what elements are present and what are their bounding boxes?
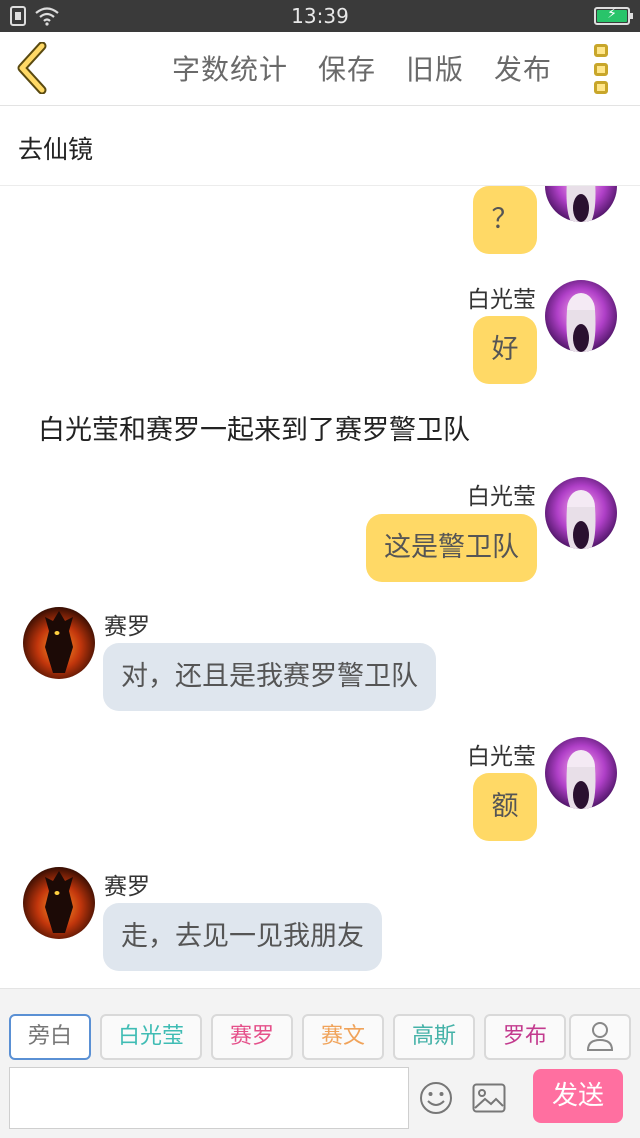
chat-area[interactable]: ？ 白光莹 好 白光莹和赛罗一起来到了赛罗警卫队 白光莹 这是警卫队 赛罗 对，… (0, 186, 640, 988)
save-button[interactable]: 保存 (318, 48, 376, 88)
status-bar: 13:39 ⚡ (0, 0, 640, 32)
sender-name: 赛罗 (104, 874, 150, 900)
send-button[interactable]: 发送 (533, 1069, 623, 1123)
more-dot (594, 81, 608, 94)
role-button-luo-bu[interactable]: 罗布 (484, 1014, 566, 1060)
battery-icon: ⚡ (594, 6, 633, 25)
add-role-button[interactable] (569, 1014, 631, 1060)
old-version-button[interactable]: 旧版 (406, 48, 464, 88)
emoji-icon[interactable] (419, 1081, 453, 1115)
avatar-sai-luo[interactable] (23, 867, 95, 939)
message-bubble[interactable]: 走，去见一见我朋友 (103, 903, 382, 971)
person-icon (586, 1022, 614, 1051)
message-bubble[interactable]: 好 (473, 316, 537, 384)
role-button-narrator[interactable]: 旁白 (9, 1014, 91, 1060)
avatar-bai-guangying[interactable] (545, 280, 617, 352)
message-bubble[interactable]: 对，还且是我赛罗警卫队 (103, 643, 436, 711)
word-count-button[interactable]: 字数统计 (172, 48, 288, 88)
message-bubble[interactable]: 额 (473, 773, 537, 841)
back-button[interactable] (12, 42, 56, 94)
avatar-sai-luo[interactable] (23, 607, 95, 679)
publish-button[interactable]: 发布 (494, 48, 552, 88)
status-time: 13:39 (291, 4, 349, 28)
sender-name: 白光莹 (467, 287, 536, 313)
sender-name: 白光莹 (467, 744, 536, 770)
sender-name: 赛罗 (104, 614, 150, 640)
role-button-sai-wen[interactable]: 赛文 (302, 1014, 384, 1060)
battery-indicator: ⚡ (594, 6, 633, 25)
image-icon[interactable] (472, 1083, 506, 1113)
role-selector-bar: 旁白 白光莹 赛罗 赛文 高斯 罗布 发送 (0, 988, 640, 1138)
top-toolbar: 字数统计 保存 旧版 发布 (0, 32, 640, 106)
role-button-gao-si[interactable]: 高斯 (393, 1014, 475, 1060)
more-dot (594, 44, 608, 57)
role-button-bai-guangying[interactable]: 白光莹 (100, 1014, 202, 1060)
sender-name: 白光莹 (467, 484, 536, 510)
charging-icon: ⚡ (607, 6, 617, 22)
message-bubble[interactable]: ？ (473, 186, 537, 254)
chapter-title: 去仙镜 (18, 135, 94, 164)
message-input[interactable] (9, 1067, 409, 1129)
avatar-bai-guangying[interactable] (545, 186, 617, 222)
toolbar-actions: 字数统计 保存 旧版 发布 (172, 48, 552, 88)
more-dot (594, 62, 608, 76)
more-menu-button[interactable] (594, 44, 614, 94)
message-bubble[interactable]: 这是警卫队 (366, 514, 537, 582)
avatar-bai-guangying[interactable] (545, 477, 617, 549)
role-button-sai-luo[interactable]: 赛罗 (211, 1014, 293, 1060)
chapter-title-row[interactable]: 去仙镜 (0, 106, 640, 186)
narration-text[interactable]: 白光莹和赛罗一起来到了赛罗警卫队 (38, 408, 470, 447)
avatar-bai-guangying[interactable] (545, 737, 617, 809)
